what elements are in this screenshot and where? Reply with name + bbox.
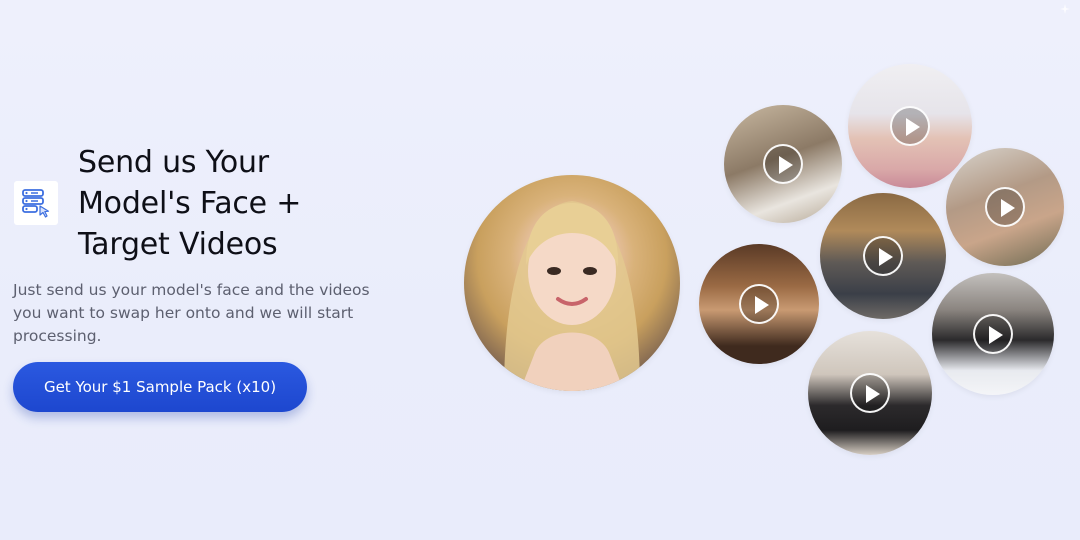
play-icon[interactable] [890,106,930,146]
description-line: processing. [13,327,102,345]
video-thumbnail[interactable] [724,105,842,223]
video-thumbnail[interactable] [699,244,819,364]
model-face-photo [464,175,680,391]
headline-line: Model's Face + [78,186,302,221]
description-line: you want to swap her onto and we will st… [13,304,354,322]
play-icon[interactable] [850,373,890,413]
play-icon[interactable] [973,314,1013,354]
video-thumbnail[interactable] [808,331,932,455]
sample-pack-button[interactable]: Get Your $1 Sample Pack (x10) [13,362,307,412]
headline-line: Send us Your [78,145,269,180]
sparkle-icon [1060,4,1070,14]
video-thumbnail[interactable] [820,193,946,319]
hero-description: Just send us your model's face and the v… [13,279,403,348]
portrait-illustration [504,201,640,391]
upload-server-icon [22,189,50,218]
video-thumbnail[interactable] [946,148,1064,266]
feature-icon-box [14,181,58,225]
headline-line: Target Videos [78,227,278,262]
hero-headline: Send us Your Model's Face + Target Video… [78,142,408,265]
play-icon[interactable] [985,187,1025,227]
description-line: Just send us your model's face and the v… [13,281,370,299]
video-thumbnail[interactable] [932,273,1054,395]
play-icon[interactable] [739,284,779,324]
play-icon[interactable] [763,144,803,184]
video-thumbnail[interactable] [848,64,972,188]
play-icon[interactable] [863,236,903,276]
